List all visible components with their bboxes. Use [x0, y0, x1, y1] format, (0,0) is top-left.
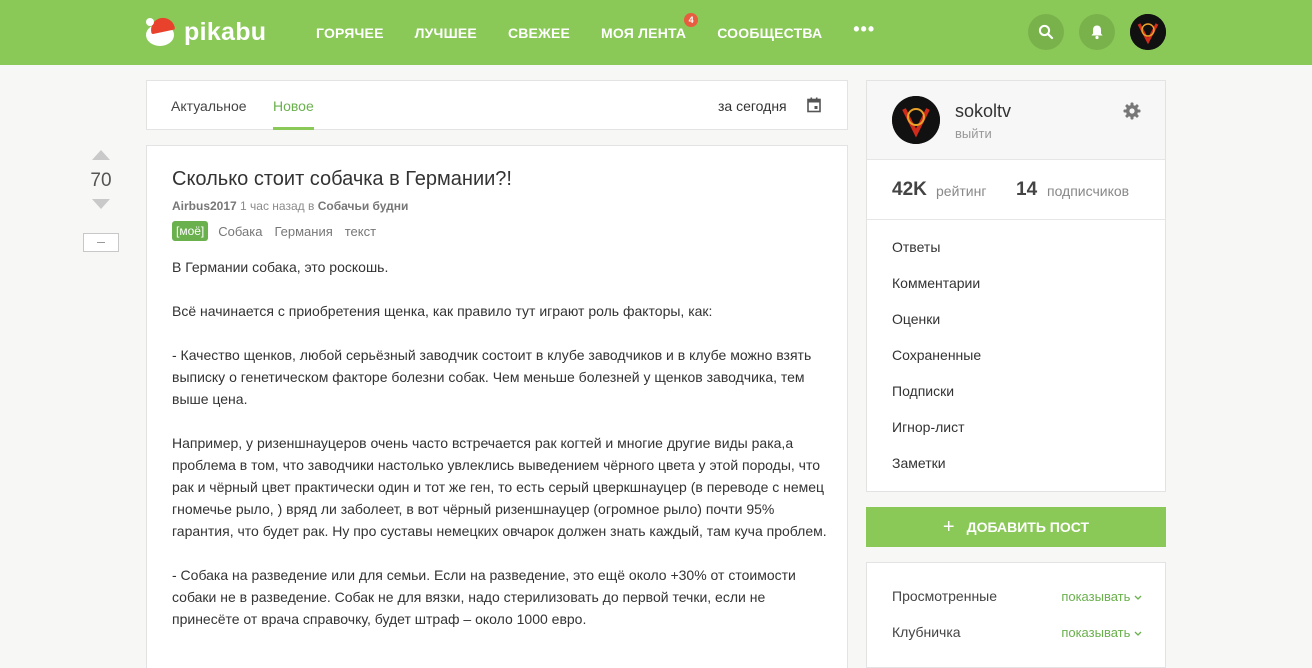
filter-row-viewed: Просмотренные показывать — [892, 588, 1142, 604]
menu-ratings[interactable]: Оценки — [892, 309, 981, 345]
add-post-button[interactable]: + ДОБАВИТЬ ПОСТ — [866, 507, 1166, 547]
calendar-icon[interactable] — [807, 97, 821, 113]
site-logo[interactable]: pikabu — [144, 15, 267, 48]
collapse-post-button[interactable] — [83, 233, 119, 252]
post-tags: [моё] Собака Германия текст — [172, 221, 388, 241]
post-author[interactable]: Airbus2017 — [172, 199, 237, 213]
filters-card: Просмотренные показывать Клубничка показ… — [866, 562, 1166, 668]
filter-toggle[interactable]: показывать — [1061, 625, 1142, 640]
active-tab-indicator — [273, 127, 314, 130]
logout-link[interactable]: выйти — [955, 126, 992, 141]
period-selector[interactable]: за сегодня — [718, 98, 787, 114]
tag-own[interactable]: [моё] — [172, 221, 209, 241]
my-feed-badge: 4 — [684, 12, 699, 27]
vote-panel: 70 — [82, 146, 120, 209]
post-community[interactable]: Собачьи будни — [318, 199, 409, 213]
logo-text: pikabu — [184, 17, 267, 46]
post-body: В Германии собака, это роскошь. Всё начи… — [172, 256, 827, 652]
post-paragraph: - Собака на разведение или для семьи. Ес… — [172, 567, 796, 627]
post-title[interactable]: Сколько стоит собачка в Германии?! — [172, 168, 512, 191]
tag[interactable]: Собака — [218, 224, 262, 239]
search-button[interactable] — [1028, 14, 1064, 50]
tag[interactable]: Германия — [274, 224, 332, 239]
nav-more-button[interactable]: ••• — [853, 19, 875, 40]
menu-ignore-list[interactable]: Игнор-лист — [892, 417, 981, 453]
nav-my-feed[interactable]: МОЯ ЛЕНТА 4 — [601, 12, 699, 41]
minus-icon — [97, 242, 105, 243]
post-paragraph: В Германии собака, это роскошь. — [172, 259, 389, 275]
nav-best[interactable]: ЛУЧШЕЕ — [415, 25, 477, 41]
menu-notes[interactable]: Заметки — [892, 453, 981, 489]
vote-count: 70 — [90, 170, 112, 191]
tag[interactable]: текст — [345, 224, 376, 239]
rating-label: рейтинг — [936, 183, 987, 199]
search-icon — [1038, 24, 1054, 40]
avatar-emblem-icon — [1130, 14, 1166, 50]
subscribers-value[interactable]: 14 — [1016, 179, 1037, 201]
nav-my-feed-label: МОЯ ЛЕНТА — [601, 24, 687, 41]
gear-icon[interactable] — [1123, 102, 1141, 120]
top-header: pikabu ГОРЯЧЕЕ ЛУЧШЕЕ СВЕЖЕЕ МОЯ ЛЕНТА 4… — [0, 0, 1312, 65]
bell-icon — [1091, 25, 1103, 40]
arrow-up-icon[interactable] — [92, 150, 110, 160]
profile-stats: 42K рейтинг 14 подписчиков — [867, 160, 1165, 220]
plus-icon: + — [942, 516, 955, 538]
menu-subscriptions[interactable]: Подписки — [892, 381, 981, 417]
filter-label: Клубничка — [892, 624, 961, 640]
chevron-down-icon — [1134, 631, 1142, 636]
filter-toggle[interactable]: показывать — [1061, 589, 1142, 604]
post-time: 1 час назад в — [236, 199, 318, 213]
filter-row-strawberry: Клубничка показывать — [892, 624, 1142, 640]
filter-label: Просмотренные — [892, 588, 998, 604]
post-paragraph: Например, у ризеншнауцеров очень часто в… — [172, 435, 827, 539]
filter-value: показывать — [1061, 588, 1131, 604]
profile-header: sokoltv выйти — [867, 81, 1165, 160]
avatar-emblem-icon — [892, 96, 940, 144]
post-paragraph: - Качество щенков, любой серьёзный завод… — [172, 347, 812, 407]
rating-value: 42K — [892, 179, 927, 200]
user-avatar[interactable] — [1130, 14, 1166, 50]
profile-card: sokoltv выйти 42K рейтинг 14 подписчиков… — [866, 80, 1166, 492]
menu-answers[interactable]: Ответы — [892, 237, 981, 273]
filter-value: показывать — [1061, 624, 1131, 640]
profile-avatar[interactable] — [892, 96, 940, 144]
menu-saved[interactable]: Сохраненные — [892, 345, 981, 381]
notifications-button[interactable] — [1079, 14, 1115, 50]
post-paragraph: Всё начинается с приобретения щенка, как… — [172, 303, 713, 319]
profile-menu: Ответы Комментарии Оценки Сохраненные По… — [892, 237, 981, 489]
feed-tabs: Актуальное Новое за сегодня — [146, 80, 848, 130]
nav-hot[interactable]: ГОРЯЧЕЕ — [316, 25, 384, 41]
chevron-down-icon — [1134, 595, 1142, 600]
tab-actual[interactable]: Актуальное — [171, 98, 247, 114]
add-post-label: ДОБАВИТЬ ПОСТ — [966, 519, 1090, 535]
post-card: Сколько стоит собачка в Германии?! Airbu… — [146, 145, 848, 668]
subscribers-label[interactable]: подписчиков — [1047, 183, 1129, 199]
arrow-down-icon[interactable] — [92, 199, 110, 209]
menu-comments[interactable]: Комментарии — [892, 273, 981, 309]
profile-username[interactable]: sokoltv — [955, 101, 1011, 122]
main-nav: ГОРЯЧЕЕ ЛУЧШЕЕ СВЕЖЕЕ МОЯ ЛЕНТА 4 СООБЩЕ… — [316, 0, 875, 65]
nav-communities[interactable]: СООБЩЕСТВА — [717, 25, 822, 41]
logo-icon — [144, 15, 178, 48]
nav-fresh[interactable]: СВЕЖЕЕ — [508, 25, 570, 41]
post-meta: Airbus2017 1 час назад в Собачьи будни — [172, 199, 408, 213]
tab-new[interactable]: Новое — [273, 98, 314, 114]
